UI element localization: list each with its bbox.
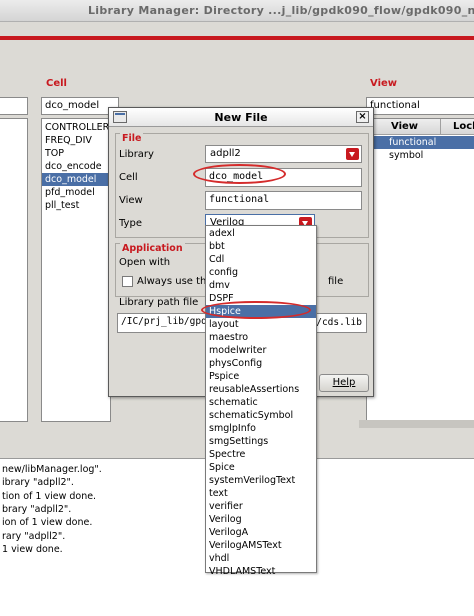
open-with-label: Open with xyxy=(119,257,171,268)
view-panel-header: View xyxy=(370,78,398,89)
view-list-item[interactable]: symbol xyxy=(367,149,474,162)
type-option[interactable]: Cdl xyxy=(206,253,316,266)
help-button-label: Help xyxy=(332,377,356,388)
library-path-label: Library path file xyxy=(119,297,199,308)
chevron-down-icon[interactable] xyxy=(346,148,359,160)
help-button[interactable]: Help xyxy=(319,374,369,392)
console-line: tion of 1 view done. xyxy=(2,490,97,502)
library-select[interactable]: adpll2 xyxy=(205,145,362,163)
file-group-label: File xyxy=(120,133,144,144)
type-option[interactable]: dmv xyxy=(206,279,316,292)
always-use-suffix: file xyxy=(328,276,344,287)
type-option[interactable]: Spice xyxy=(206,461,316,474)
view-table-header[interactable]: View Lock xyxy=(367,119,474,135)
type-option[interactable]: bbt xyxy=(206,240,316,253)
view-column-header[interactable]: View xyxy=(391,121,418,132)
type-option[interactable]: Spectre xyxy=(206,448,316,461)
cell-annotation-ellipse xyxy=(193,164,286,184)
type-option[interactable]: config xyxy=(206,266,316,279)
close-icon[interactable]: × xyxy=(356,111,369,123)
type-option[interactable]: VerilogA xyxy=(206,526,316,539)
dialog-title: New File xyxy=(214,111,268,124)
cell-label: Cell xyxy=(119,172,138,183)
cell-list-item[interactable]: CONTROLLER xyxy=(42,121,110,134)
cell-list-item[interactable]: FREQ_DIV xyxy=(42,134,110,147)
library-select-value: adpll2 xyxy=(210,148,241,159)
console-line: 1 view done. xyxy=(2,543,63,555)
type-option[interactable]: reusableAssertions xyxy=(206,383,316,396)
cell-list-item[interactable]: dco_encode xyxy=(42,160,110,173)
view-label: View xyxy=(119,195,143,206)
type-option[interactable]: Pspice xyxy=(206,370,316,383)
type-label: Type xyxy=(119,218,142,229)
type-option[interactable]: VerilogAMSText xyxy=(206,539,316,552)
column-divider xyxy=(440,119,441,135)
console-line: ion of 1 view done. xyxy=(2,517,93,529)
type-option[interactable]: layout xyxy=(206,318,316,331)
type-option[interactable]: text xyxy=(206,487,316,500)
application-group-label: Application xyxy=(120,243,185,254)
cell-list-item[interactable]: pll_test xyxy=(42,199,110,212)
accent-divider xyxy=(0,36,474,40)
type-option[interactable]: verifier xyxy=(206,500,316,513)
cell-list-item[interactable]: dco_model xyxy=(42,173,110,186)
type-option[interactable]: smglpInfo xyxy=(206,422,316,435)
view-filter-field[interactable]: functional xyxy=(366,97,474,115)
view-input[interactable]: functional xyxy=(205,191,362,210)
library-filter-field[interactable] xyxy=(0,97,28,115)
type-option[interactable]: systemVerilogText xyxy=(206,474,316,487)
hspice-annotation-ellipse xyxy=(201,301,311,319)
window-title: Library Manager: Directory ...j_lib/gpdk… xyxy=(88,4,474,17)
library-list[interactable] xyxy=(0,118,28,422)
library-path-value-right: w/cds.lib xyxy=(310,317,362,328)
type-option[interactable]: vhdl xyxy=(206,552,316,565)
type-option[interactable]: adexl xyxy=(206,227,316,240)
cell-list-item[interactable]: TOP xyxy=(42,147,110,160)
window-titlebar: Library Manager: Directory ...j_lib/gpdk… xyxy=(0,0,474,22)
type-option[interactable]: physConfig xyxy=(206,357,316,370)
type-option[interactable]: schematic xyxy=(206,396,316,409)
view-list-item[interactable]: functional xyxy=(367,136,474,149)
type-option[interactable]: Verilog xyxy=(206,513,316,526)
console-line: rary "adpll2". xyxy=(2,530,66,542)
console-line: ibrary "adpll2". xyxy=(2,477,74,489)
cell-panel-header: Cell xyxy=(46,78,67,89)
dialog-titlebar[interactable]: New File × xyxy=(109,108,373,127)
view-table[interactable]: View Lock functionalsymbol xyxy=(366,118,474,422)
console-line: brary "adpll2". xyxy=(2,503,72,515)
library-path-value-left: /IC/prj_lib/gpdk xyxy=(121,316,213,327)
always-use-checkbox[interactable] xyxy=(122,276,133,287)
type-option[interactable]: smgSettings xyxy=(206,435,316,448)
type-option[interactable]: schematicSymbol xyxy=(206,409,316,422)
type-option[interactable]: modelwriter xyxy=(206,344,316,357)
view-scrollbar[interactable] xyxy=(359,420,474,428)
always-use-label: Always use this xyxy=(137,276,215,287)
type-option[interactable]: maestro xyxy=(206,331,316,344)
console-line: new/libManager.log". xyxy=(2,464,102,475)
cell-list-item[interactable]: pfd_model xyxy=(42,186,110,199)
file-group: File Library adpll2 Cell dco_model View … xyxy=(115,133,369,238)
lock-column-header[interactable]: Lock xyxy=(453,121,474,132)
library-label: Library xyxy=(119,149,154,160)
cell-list[interactable]: CONTROLLER FREQ_DIV TOP dco_encode dco_model… xyxy=(41,118,111,422)
type-dropdown-list[interactable]: adexl bbt Cdl config dmv DSPF Hspice layout maes… xyxy=(205,225,317,577)
type-option[interactable]: VHDLAMSText xyxy=(206,565,316,578)
